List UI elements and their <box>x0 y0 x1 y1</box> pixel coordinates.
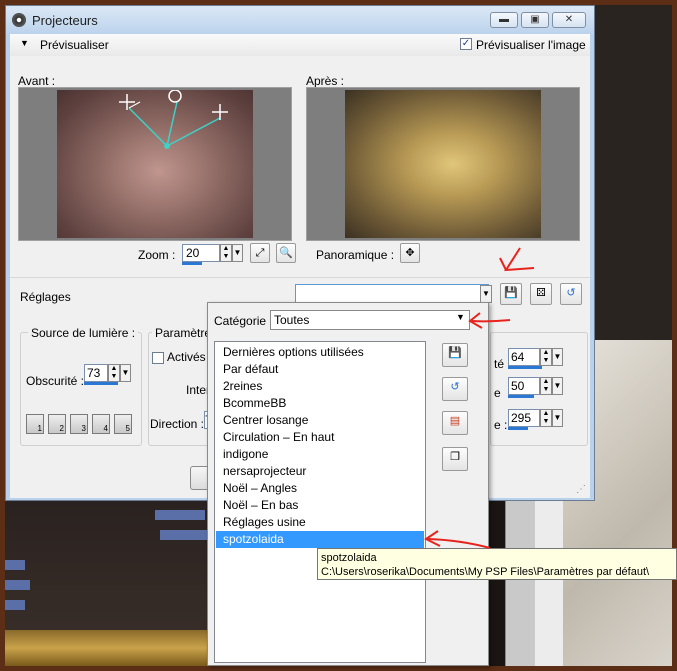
annotation-layer <box>424 247 535 549</box>
annotation-arrow-icon <box>499 247 535 272</box>
annotation-arrow-icon <box>424 530 491 549</box>
annotation-arrow-icon <box>468 312 511 329</box>
